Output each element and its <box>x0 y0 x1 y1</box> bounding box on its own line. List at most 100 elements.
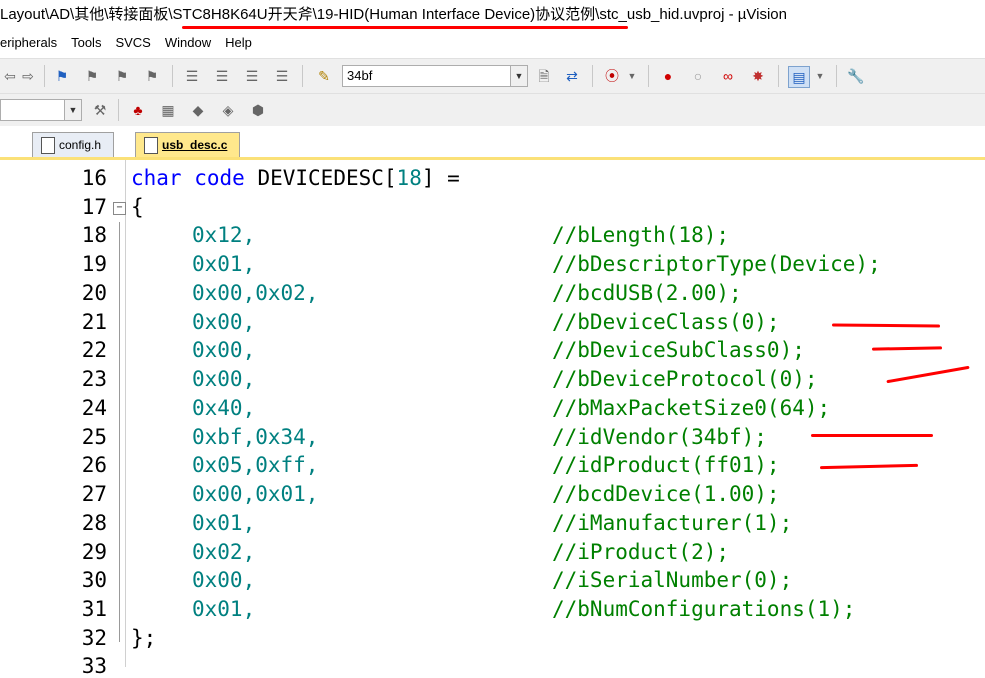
indent-icon[interactable]: ☰ <box>182 66 202 86</box>
comment-icon[interactable]: ☰ <box>242 66 262 86</box>
build-toolbar: ▼ ⚒ ♣ ▦ ◆ ◈ ⬢ <box>0 93 985 126</box>
line-number: 28 <box>81 511 107 535</box>
code-value: 0x00,0x01, <box>192 482 319 506</box>
manage-project-icon[interactable]: ♣ <box>128 100 148 120</box>
manage-components-icon[interactable]: ▦ <box>158 100 178 120</box>
line-number: 16 <box>81 166 107 190</box>
code-comment: //bDeviceSubClass0); <box>552 338 805 362</box>
target-combo[interactable]: ▼ <box>0 99 82 121</box>
annotation-stroke <box>871 346 943 351</box>
code-value: 0x00, <box>192 568 256 592</box>
breakpoint-insert-icon[interactable]: ● <box>658 66 678 86</box>
window-layout-dropdown-icon[interactable]: ▼ <box>810 66 830 86</box>
tab-label: usb_desc.c <box>162 138 228 152</box>
rte-icon[interactable]: ⬢ <box>248 100 268 120</box>
line-number: 22 <box>81 338 107 362</box>
line-number: 23 <box>81 367 107 391</box>
nav-forward-icon[interactable]: ⇨ <box>18 66 38 86</box>
line-number: 32 <box>81 626 107 650</box>
menu-tools[interactable]: Tools <box>64 30 108 56</box>
code-comment: //idVendor(34bf); <box>552 425 767 449</box>
code-comment: //bcdDevice(1.00); <box>552 482 780 506</box>
menu-window[interactable]: Window <box>158 30 218 56</box>
code-editor[interactable]: 16 17 18 19 20 21 22 23 24 25 26 27 28 2… <box>0 157 985 678</box>
breakpoint-enable-icon[interactable]: ○ <box>688 66 708 86</box>
annotation-stroke <box>811 434 933 437</box>
window-layout-icon[interactable]: ▤ <box>788 66 810 88</box>
target-options-icon[interactable]: ⚒ <box>90 100 110 120</box>
line-number: 20 <box>81 281 107 305</box>
chevron-down-icon[interactable]: ▼ <box>510 66 527 86</box>
code-value: 0x12, <box>192 223 256 247</box>
line-number: 21 <box>81 310 107 334</box>
menu-svcs[interactable]: SVCS <box>108 30 157 56</box>
line-number: 24 <box>81 396 107 420</box>
code-value: 0xbf,0x34, <box>192 425 319 449</box>
title-underline-annotation <box>182 26 628 29</box>
unindent-icon[interactable]: ☰ <box>212 66 232 86</box>
array-size: 18 <box>396 166 422 190</box>
file-icon <box>41 137 55 154</box>
line-number: 19 <box>81 252 107 276</box>
tab-config-h[interactable]: config.h <box>32 132 115 157</box>
find-in-files-icon[interactable]: ✎ <box>314 66 334 86</box>
breakpoint-kill-all-icon[interactable]: ✸ <box>748 66 768 86</box>
code-value: 0x00,0x02, <box>192 281 319 305</box>
bookmark-clear-icon[interactable]: ⚑ <box>142 66 162 86</box>
select-packs-icon[interactable]: ◆ <box>188 100 208 120</box>
keyword-code: code <box>194 166 245 190</box>
bookmark-next-icon[interactable]: ⚑ <box>112 66 132 86</box>
nav-back-icon[interactable]: ⇦ <box>0 66 20 86</box>
uncomment-icon[interactable]: ☰ <box>272 66 292 86</box>
menu-peripherals[interactable]: eripherals <box>0 30 64 56</box>
bookmark-prev-icon[interactable]: ⚑ <box>82 66 102 86</box>
pack-installer-icon[interactable]: ◈ <box>218 100 238 120</box>
tab-usb-desc-c[interactable]: usb_desc.c <box>135 132 241 157</box>
configure-wrench-icon[interactable]: 🔧 <box>846 66 866 86</box>
toolbar-separator <box>592 65 593 87</box>
code-comment: //bLength(18); <box>552 223 730 247</box>
title-path-prefix: Layout\AD\其他\转接面板\ <box>0 6 173 23</box>
toolbar-separator <box>302 65 303 87</box>
code-comment: //iProduct(2); <box>552 540 730 564</box>
file-tab-strip: config.h usb_desc.c <box>0 127 985 157</box>
code-comment: //bDeviceProtocol(0); <box>552 367 818 391</box>
line-number: 31 <box>81 597 107 621</box>
find-icon[interactable]: 🗎 <box>534 66 554 86</box>
toolbar-separator <box>836 65 837 87</box>
code-comment: //iManufacturer(1); <box>552 511 793 535</box>
menu-bar: eripherals Tools SVCS Window Help <box>0 30 985 56</box>
breakpoint-disable-all-icon[interactable]: ∞ <box>718 66 738 86</box>
debug-start-icon[interactable]: ⦿ <box>602 66 622 86</box>
array-name: DEVICEDESC[ <box>257 166 397 190</box>
code-value: 0x00, <box>192 367 256 391</box>
find-combo[interactable]: 34bf ▼ <box>342 65 528 87</box>
code-comment: //idProduct(ff01); <box>552 453 780 477</box>
incremental-find-icon[interactable]: ⇄ <box>562 66 582 86</box>
toolbar-separator <box>118 99 119 121</box>
code-value: 0x01, <box>192 511 256 535</box>
code-open-brace: { <box>131 195 144 219</box>
line-number: 18 <box>81 223 107 247</box>
code-value: 0x05,0xff, <box>192 453 319 477</box>
line-number: 29 <box>81 540 107 564</box>
code-comment: //iSerialNumber(0); <box>552 568 793 592</box>
code-comment: //bNumConfigurations(1); <box>552 597 856 621</box>
code-value: 0x40, <box>192 396 256 420</box>
line-number: 30 <box>81 568 107 592</box>
annotation-stroke <box>886 365 970 384</box>
code-value: 0x01, <box>192 252 256 276</box>
line-number: 26 <box>81 453 107 477</box>
line-number-gutter: 16 17 18 19 20 21 22 23 24 25 26 27 28 2… <box>0 160 126 678</box>
annotation-stroke <box>831 323 941 328</box>
menu-help[interactable]: Help <box>218 30 259 56</box>
annotation-stroke <box>819 463 919 470</box>
code-value: 0x00, <box>192 338 256 362</box>
debug-dropdown-icon[interactable]: ▼ <box>622 66 642 86</box>
fold-collapse-icon[interactable]: − <box>113 202 126 215</box>
toolbar-separator <box>648 65 649 87</box>
declaration-rest: ] = <box>421 166 460 190</box>
chevron-down-icon[interactable]: ▼ <box>64 100 81 120</box>
bookmark-toggle-icon[interactable]: ⚑ <box>52 66 72 86</box>
code-value: 0x02, <box>192 540 256 564</box>
